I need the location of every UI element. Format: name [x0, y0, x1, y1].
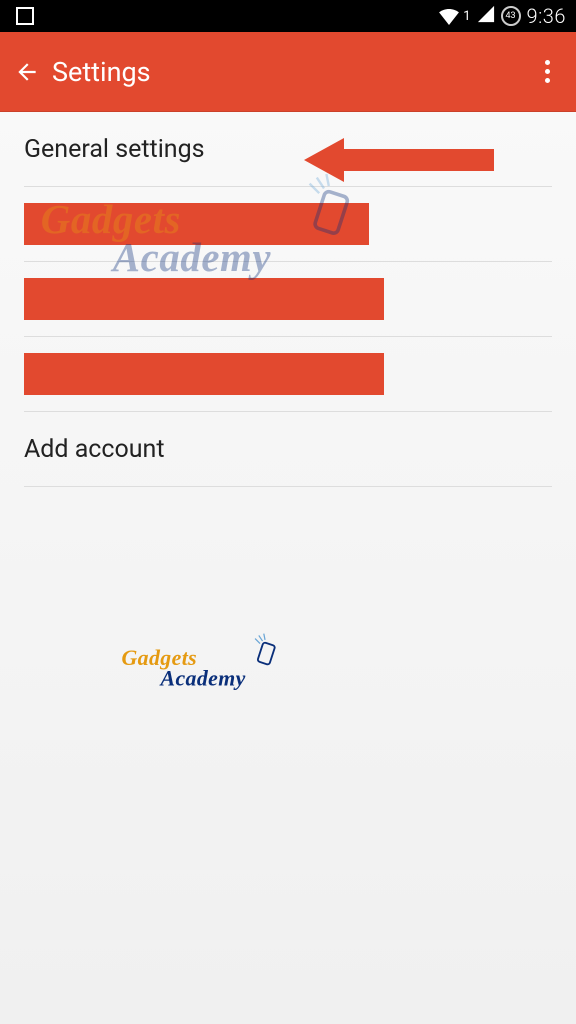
- row-label: General settings: [24, 135, 205, 164]
- battery-percent: 43: [505, 11, 515, 21]
- status-left: [10, 7, 34, 25]
- watermark-logo-small: Gadgets Academy: [122, 646, 246, 691]
- row-add-account[interactable]: Add account: [24, 412, 552, 487]
- redaction-block: [24, 278, 384, 320]
- status-bar: 1 43 9:36: [0, 0, 576, 32]
- row-label: Add account: [24, 435, 165, 464]
- wifi-icon: [438, 7, 460, 25]
- dot-icon: [545, 60, 550, 65]
- cell-signal-icon: [477, 4, 495, 28]
- watermark-line2: Academy: [161, 667, 246, 692]
- phone-icon: [246, 632, 283, 673]
- row-account-redacted-3[interactable]: [24, 337, 552, 412]
- dot-icon: [545, 78, 550, 83]
- redaction-block: [24, 353, 384, 395]
- back-button[interactable]: [14, 59, 40, 85]
- app-bar: Settings: [0, 32, 576, 112]
- clock: 9:36: [527, 4, 566, 28]
- sim-label: 1: [463, 9, 470, 24]
- dot-icon: [545, 69, 550, 74]
- battery-icon: 43: [501, 6, 521, 26]
- row-account-redacted-2[interactable]: [24, 262, 552, 337]
- recent-apps-icon: [16, 7, 34, 25]
- redaction-block: [24, 203, 369, 245]
- callout-arrow-icon: [304, 138, 494, 182]
- page-title: Settings: [52, 56, 532, 88]
- overflow-menu-button[interactable]: [532, 60, 562, 83]
- status-right: 1 43 9:36: [438, 4, 566, 28]
- row-account-redacted-1[interactable]: [24, 187, 552, 262]
